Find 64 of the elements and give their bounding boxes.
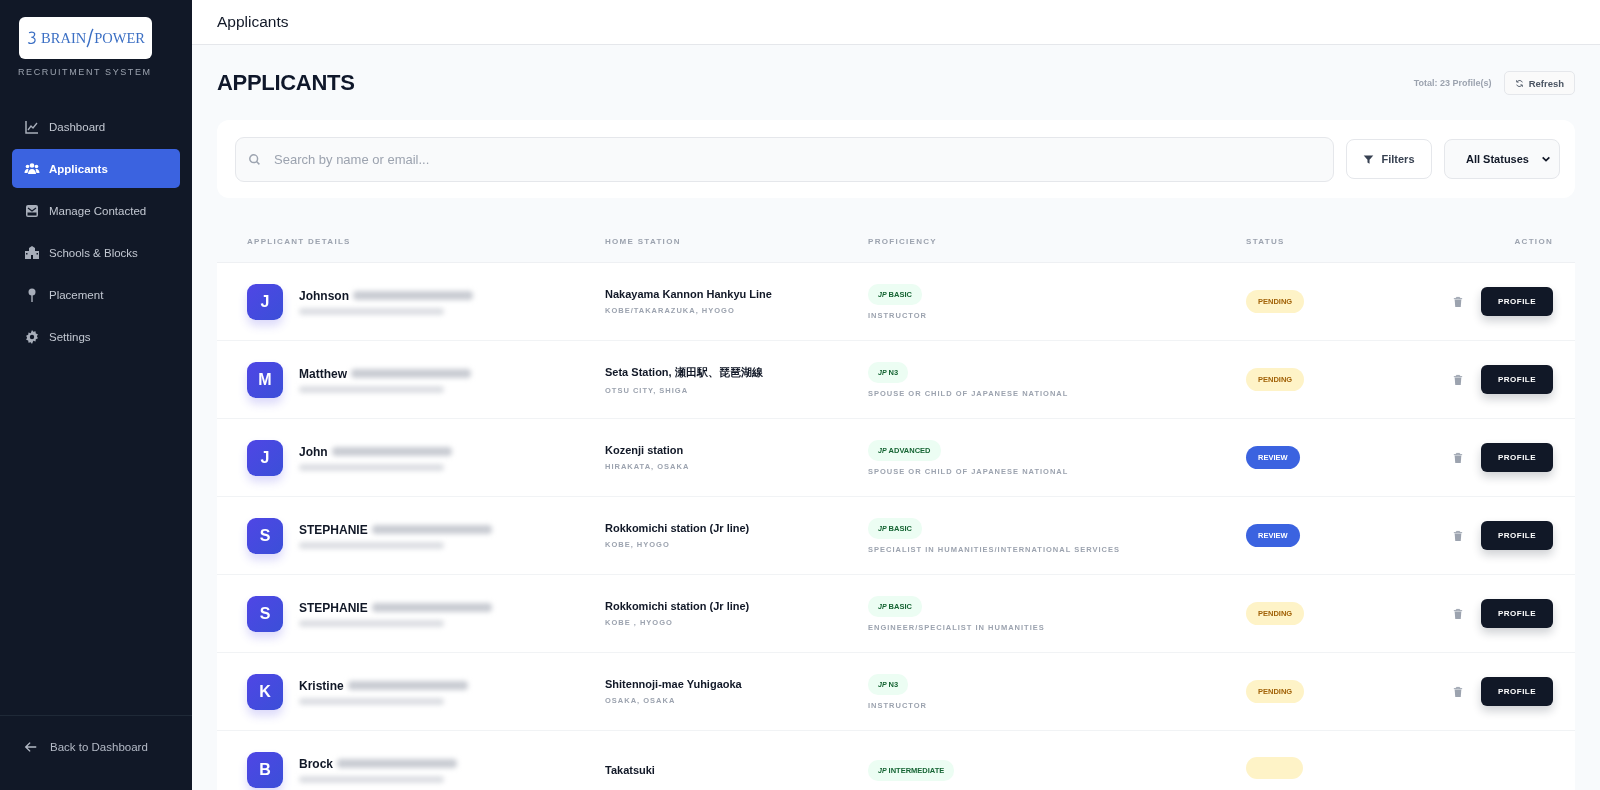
nav-item[interactable]: Manage Contacted (12, 191, 180, 230)
profile-button[interactable]: PROFILE (1481, 287, 1553, 316)
station-name: Rokkomichi station (Jr line) (605, 600, 751, 612)
applicant-name: STEPHANIE (299, 522, 368, 537)
trash-icon[interactable] (1453, 529, 1463, 542)
nav-item[interactable]: Applicants (12, 149, 180, 188)
avatar: S (247, 517, 283, 554)
applicant-name: Kristine (299, 678, 344, 693)
page-heading: APPLICANTS (217, 70, 355, 96)
chart-icon (24, 118, 40, 135)
column-header: STATUS (1246, 236, 1286, 246)
filters-button[interactable]: Filters (1346, 139, 1432, 179)
refresh-button[interactable]: Refresh (1503, 71, 1575, 95)
station-name: Nakayama Kannon Hankyu Line (605, 288, 773, 300)
arrow-left-icon (24, 739, 38, 754)
settings-icon (24, 328, 40, 345)
applicant-name: Johnson (299, 288, 349, 303)
column-header: APPLICANT DETAILS (247, 236, 352, 246)
avatar: K (247, 673, 283, 710)
inbox-icon (24, 202, 40, 219)
profile-button[interactable]: PROFILE (1481, 365, 1553, 394)
search-icon (248, 152, 261, 166)
filter-icon (1363, 153, 1375, 165)
chevron-down-icon (1541, 154, 1551, 164)
column-header: ACTION (1513, 236, 1553, 246)
column-header: PROFICIENCY (868, 236, 938, 246)
back-link[interactable]: Back to Dashboard (24, 739, 148, 754)
status-dropdown[interactable]: All Statuses (1444, 139, 1560, 179)
profile-button[interactable]: PROFILE (1481, 677, 1553, 706)
avatar: J (247, 283, 283, 320)
users-icon (24, 160, 40, 177)
building-icon (24, 244, 40, 261)
profile-button[interactable]: PROFILE (1481, 521, 1553, 550)
avatar: M (247, 361, 283, 398)
trash-icon[interactable] (1453, 607, 1463, 620)
applicant-name: John (299, 444, 328, 459)
station-name: Rokkomichi station (Jr line) (605, 522, 751, 534)
trash-icon[interactable] (1453, 685, 1463, 698)
applicant-name: Matthew (299, 366, 347, 381)
station-name: Takatsuki (605, 763, 656, 776)
search-field[interactable]: Search by name or email... (235, 136, 1334, 182)
app-subtitle: RECRUITMENT SYSTEM (18, 67, 153, 77)
nav-item[interactable]: Placement (12, 275, 180, 314)
applicant-name: Brock (299, 756, 333, 771)
avatar: S (247, 595, 283, 632)
applicant-name: STEPHANIE (299, 600, 368, 615)
trash-icon[interactable] (1453, 451, 1463, 464)
avatar: B (247, 751, 283, 788)
logo: BRAIN POWER (19, 17, 152, 59)
profile-count: Total: 23 Profile(s) (1413, 78, 1492, 88)
refresh-icon (1514, 78, 1524, 88)
trash-icon[interactable] (1453, 373, 1463, 386)
nav-item[interactable]: Settings (12, 317, 180, 356)
station-name: Shitennoji-mae Yuhigaoka (605, 678, 743, 690)
trash-icon[interactable] (1453, 295, 1463, 308)
profile-button[interactable]: PROFILE (1481, 443, 1553, 472)
nav-item[interactable]: Dashboard (12, 107, 180, 146)
station-name: Kozenji station (605, 444, 685, 456)
column-header: HOME STATION (605, 236, 682, 246)
nav-item[interactable]: Schools & Blocks (12, 233, 180, 272)
avatar: J (247, 439, 283, 476)
station-name: Seta Station, 瀬田駅、琵琶湖線 (605, 364, 764, 380)
page-title: Applicants (217, 13, 289, 31)
profile-button[interactable]: PROFILE (1481, 599, 1553, 628)
